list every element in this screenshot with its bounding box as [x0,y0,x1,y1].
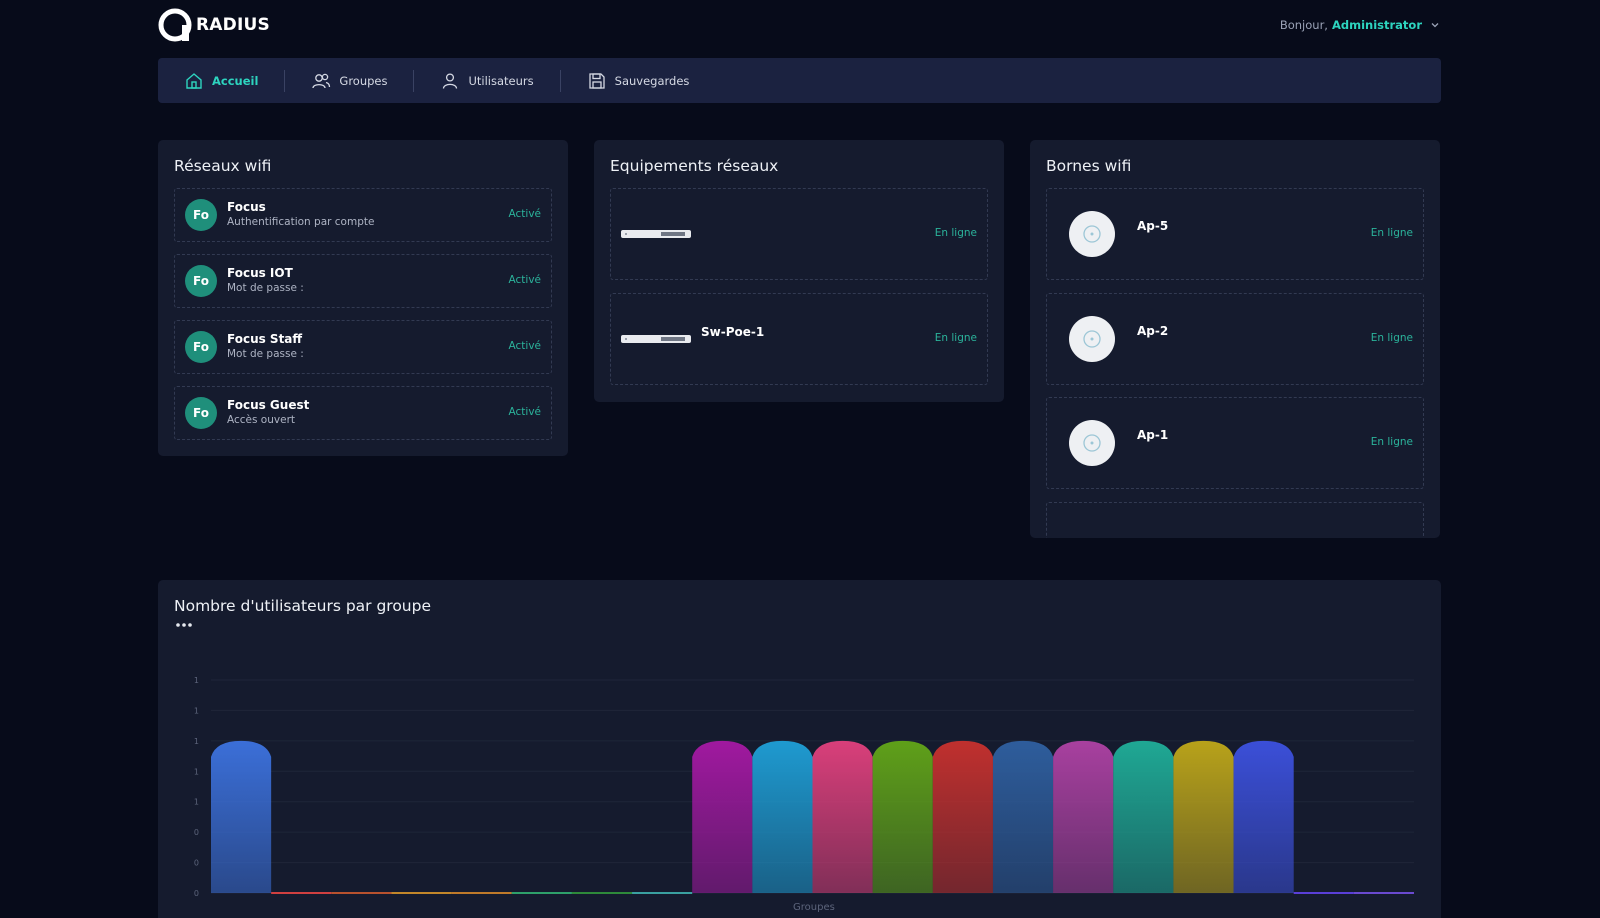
status-badge: En ligne [934,332,977,344]
chart-title: Nombre d'utilisateurs par groupe [174,597,432,615]
ap-name: Ap-1 [1137,428,1169,442]
access-point-icon [1069,211,1115,257]
y-tick-label: 0 [194,859,199,868]
status-badge: Activé [508,274,541,286]
status-badge: En ligne [1370,436,1413,448]
access-points-card: Bornes wifi Ap-5 En ligne Ap-2 En ligne … [1030,140,1440,538]
ap-name: Ap-5 [1137,219,1169,233]
list-item[interactable]: Fo Focus Staff Mot de passe : Activé [174,320,552,374]
chevron-down-icon [1431,23,1439,28]
radius-logo-icon [158,8,192,42]
chart-area-segment[interactable] [1233,740,1294,893]
chart-area-segment[interactable] [932,740,993,893]
home-icon [186,72,202,89]
nav-label: Utilisateurs [468,73,534,88]
ap-name: Ap-2 [1137,324,1169,338]
list-item[interactable]: Fo Focus Guest Accès ouvert Activé [174,386,552,440]
list-item[interactable]: Ap-1 En ligne [1046,397,1424,489]
card-title: Equipements réseaux [610,157,779,175]
list-item[interactable]: Fo Focus IOT Mot de passe : Activé [174,254,552,308]
nav-item-accueil[interactable]: Accueil [184,58,258,103]
user-menu[interactable]: Bonjour, Administrator [1280,18,1440,32]
card-title: Réseaux wifi [174,157,272,175]
nav-item-utilisateurs[interactable]: Utilisateurs [440,58,534,103]
x-axis-label: Groupes [793,902,835,913]
y-tick-label: 1 [194,798,199,807]
user-name: Administrator [1331,18,1422,32]
access-point-icon [1069,316,1115,362]
chart-area-segment[interactable] [211,740,272,893]
network-avatar: Fo [185,397,217,429]
y-tick-label: 1 [194,676,199,685]
chart-area-segment[interactable] [872,740,933,893]
users-per-group-chart-card: 1 1 1 1 1 0 0 0 Nombre d'utilisateurs par group… [158,580,1441,918]
network-auth: Authentification par compte [227,216,375,228]
nav-label: Sauvegardes [614,73,690,88]
list-item[interactable]: Ap-2 En ligne [1046,293,1424,385]
nav-divider [284,69,286,92]
user-icon [443,72,458,89]
users-per-group-chart: 1 1 1 1 1 0 0 0 [194,676,1414,898]
switch-icon [621,335,691,343]
switch-icon [621,230,691,238]
y-tick-label: 1 [194,767,199,776]
chart-area-segment[interactable] [1173,740,1234,893]
wifi-networks-card: Réseaux wifi Fo Focus Authentification p… [158,140,568,456]
app-logo[interactable]: RADIUS [158,8,270,42]
status-badge: Activé [508,340,541,352]
card-title: Bornes wifi [1046,157,1132,175]
status-badge: Activé [508,406,541,418]
more-options-icon[interactable] [175,622,195,628]
y-tick-label: 1 [194,706,199,715]
status-badge: En ligne [934,227,977,239]
status-badge: Activé [508,208,541,220]
y-tick-label: 0 [194,889,199,898]
nav-item-sauvegardes[interactable]: Sauvegardes [587,58,690,103]
list-item[interactable]: Sw-Poe-1 En ligne [610,293,988,385]
device-name: Sw-Poe-1 [701,325,765,339]
header: RADIUS Bonjour, Administrator [158,8,1440,44]
list-item[interactable] [1046,502,1424,538]
list-item[interactable]: Ap-5 En ligne [1046,188,1424,280]
nav-label: Groupes [339,73,388,88]
status-badge: En ligne [1370,227,1413,239]
greeting-text: Bonjour, [1279,18,1328,32]
network-avatar: Fo [185,331,217,363]
network-auth: Accès ouvert [227,414,295,426]
chart-area-segment[interactable] [692,740,753,893]
chart-area-segment[interactable] [1053,740,1114,893]
nav-label: Accueil [212,73,259,88]
network-auth: Mot de passe : [227,348,304,360]
y-tick-label: 0 [194,828,199,837]
users-group-icon [312,73,331,88]
network-auth: Mot de passe : [227,282,304,294]
network-equipment-card: Equipements réseaux En ligne Sw-Poe-1 En… [594,140,1004,402]
chart-area-segment[interactable] [1113,740,1174,893]
save-icon [588,72,605,89]
network-name: Focus [227,200,266,214]
list-item[interactable]: Fo Focus Authentification par compte Act… [174,188,552,242]
access-point-icon [1069,420,1115,466]
nav-divider [413,69,415,92]
chart-area-segment[interactable] [752,740,813,893]
y-tick-label: 1 [194,737,199,746]
network-avatar: Fo [185,265,217,297]
nav-item-groupes[interactable]: Groupes [311,58,387,103]
status-badge: En ligne [1370,332,1413,344]
chart-area-segment[interactable] [812,740,873,893]
network-avatar: Fo [185,199,217,231]
network-name: Focus IOT [227,266,293,280]
network-name: Focus Guest [227,398,310,412]
main-nav: Accueil Groupes Utilisateurs Sauvegardes [158,58,1441,103]
nav-divider [559,69,561,92]
chart-area-segment[interactable] [992,740,1054,893]
list-item[interactable]: En ligne [610,188,988,280]
app-name: RADIUS [196,15,270,35]
network-name: Focus Staff [227,332,303,346]
